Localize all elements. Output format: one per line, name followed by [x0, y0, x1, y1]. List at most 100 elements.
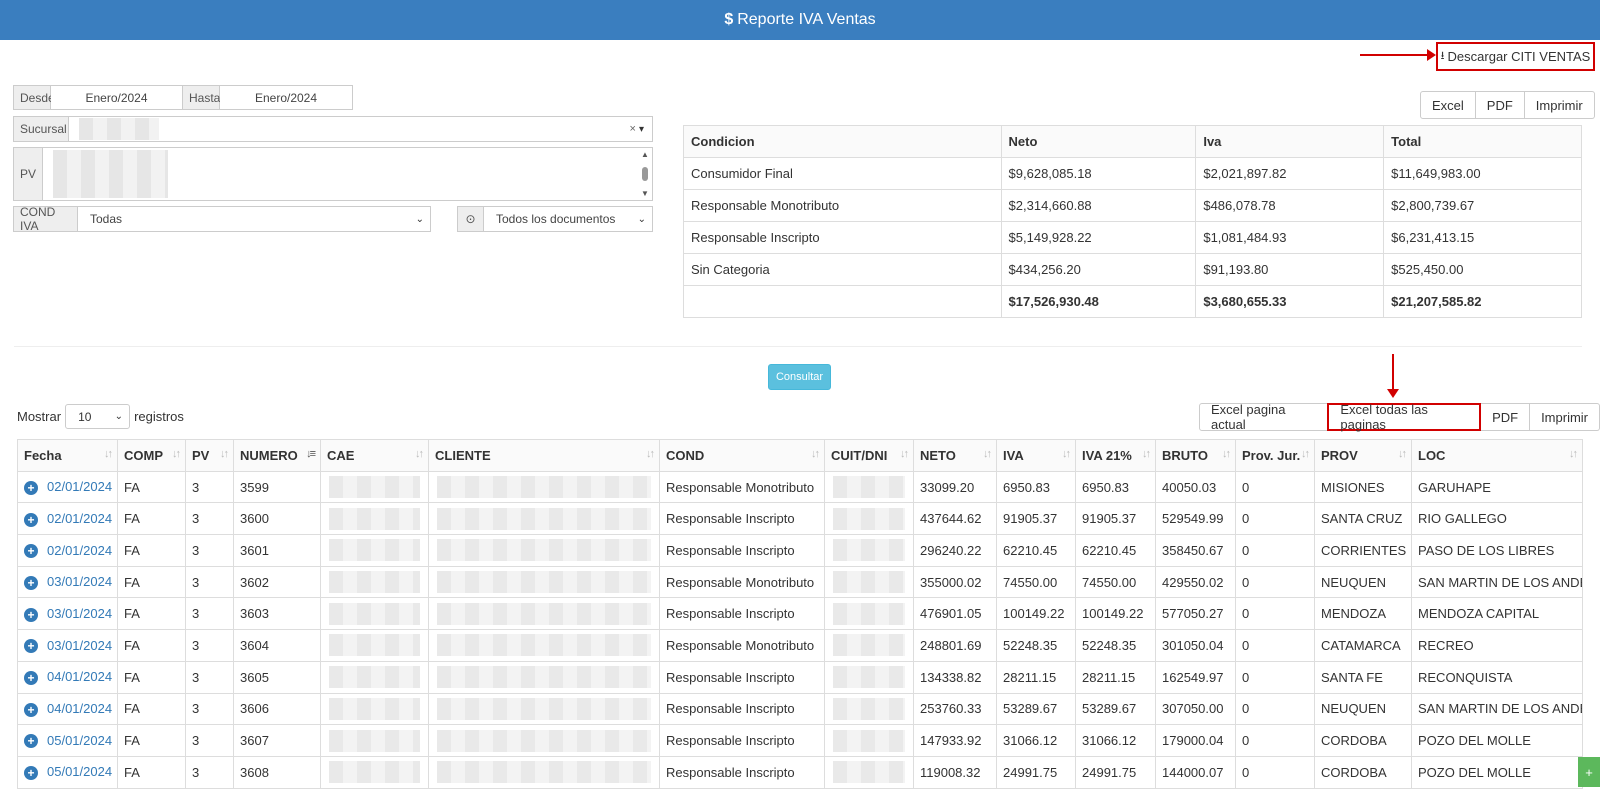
- fecha-cell[interactable]: +02/01/2024: [17, 534, 118, 567]
- cond-iva-select[interactable]: Todas ⌄: [78, 206, 431, 232]
- column-header-prov[interactable]: PROV ↓↑: [1314, 439, 1412, 472]
- desde-field[interactable]: Enero/2024: [51, 85, 183, 110]
- fecha-cell[interactable]: +05/01/2024: [17, 724, 118, 757]
- table-print-button[interactable]: Imprimir: [1530, 403, 1600, 431]
- iva21-cell: 91905.37: [1075, 502, 1156, 536]
- expand-row-icon[interactable]: +: [24, 670, 38, 685]
- sucursal-label: Sucursal: [13, 116, 69, 142]
- fecha-link[interactable]: 02/01/2024: [47, 511, 112, 526]
- summary-excel-button[interactable]: Excel: [1420, 91, 1476, 119]
- expand-row-icon[interactable]: +: [24, 702, 38, 717]
- column-header-label: PROV: [1321, 447, 1358, 463]
- table-row[interactable]: +03/01/2024 FA 3 3604 Responsable Monotribut…: [17, 629, 1583, 662]
- column-header-cliente[interactable]: CLIENTE ↓↑: [428, 439, 660, 472]
- target-icon: ⊙: [457, 206, 484, 232]
- pv-cell: 3: [185, 565, 234, 599]
- bruto-cell: 358450.67: [1155, 534, 1236, 567]
- consultar-button[interactable]: Consultar: [768, 364, 831, 390]
- column-header-neto[interactable]: NETO ↓↑: [913, 439, 997, 472]
- cae-cell-redacted: [320, 597, 429, 631]
- fecha-cell[interactable]: +03/01/2024: [17, 597, 118, 631]
- sort-icon: ↓↑: [1142, 448, 1151, 460]
- summary-pdf-button[interactable]: PDF: [1475, 91, 1525, 119]
- column-header-cae[interactable]: CAE ↓↑: [320, 439, 429, 472]
- cae-cell-redacted: [320, 660, 429, 694]
- column-header-pv[interactable]: PV ↓↑: [185, 439, 234, 472]
- column-header-iva-21[interactable]: IVA 21% ↓↑: [1075, 439, 1156, 472]
- fecha-cell[interactable]: +03/01/2024: [17, 629, 118, 662]
- expand-row-icon[interactable]: +: [24, 544, 38, 559]
- table-row[interactable]: +05/01/2024 FA 3 3607 Responsable Inscripto 1…: [17, 724, 1583, 757]
- numero-cell: 3599: [233, 470, 321, 504]
- fecha-cell[interactable]: +02/01/2024: [17, 470, 118, 504]
- column-header-fecha[interactable]: Fecha ↓↑: [17, 439, 118, 472]
- scrollbar[interactable]: ▲ ▼: [640, 150, 650, 198]
- expand-row-icon[interactable]: +: [24, 480, 38, 495]
- fecha-cell[interactable]: +04/01/2024: [17, 692, 118, 726]
- fecha-link[interactable]: 03/01/2024: [47, 606, 112, 621]
- pv-multiselect[interactable]: ▲ ▼: [43, 147, 653, 201]
- fecha-link[interactable]: 02/01/2024: [47, 543, 112, 558]
- documents-select[interactable]: Todos los documentos ⌄: [484, 206, 653, 232]
- table-row[interactable]: +02/01/2024 FA 3 3599 Responsable Monotribut…: [17, 470, 1583, 504]
- sucursal-select[interactable]: × ▾: [69, 116, 653, 142]
- page-length-select[interactable]: 10 ⌄: [65, 404, 131, 429]
- fecha-cell[interactable]: +03/01/2024: [17, 565, 118, 599]
- column-header-numero[interactable]: NUMERO ↓≡: [233, 439, 321, 472]
- summary-print-button[interactable]: Imprimir: [1524, 91, 1595, 119]
- column-header-bruto[interactable]: BRUTO ↓↑: [1155, 439, 1236, 472]
- table-row[interactable]: +03/01/2024 FA 3 3603 Responsable Inscripto 4…: [17, 597, 1583, 631]
- pv-cell: 3: [185, 597, 234, 631]
- fecha-link[interactable]: 03/01/2024: [47, 638, 112, 653]
- column-header-loc[interactable]: LOC ↓↑: [1411, 439, 1583, 472]
- expand-row-icon[interactable]: +: [24, 734, 38, 749]
- fecha-cell[interactable]: +05/01/2024: [17, 755, 118, 789]
- excel-current-page-button[interactable]: Excel pagina actual: [1199, 402, 1329, 432]
- table-row[interactable]: +03/01/2024 FA 3 3602 Responsable Monotribut…: [17, 565, 1583, 599]
- clear-icon[interactable]: ×: [629, 123, 635, 135]
- table-pdf-button[interactable]: PDF: [1481, 403, 1531, 431]
- table-row[interactable]: +04/01/2024 FA 3 3606 Responsable Inscripto 2…: [17, 692, 1583, 726]
- cae-cell-redacted: [320, 502, 429, 536]
- expand-row-icon[interactable]: +: [24, 607, 38, 622]
- prov-cell: NEUQUEN: [1314, 692, 1412, 726]
- floating-add-button[interactable]: +: [1578, 757, 1600, 787]
- neto-cell: 476901.05: [913, 597, 997, 631]
- fecha-link[interactable]: 03/01/2024: [47, 574, 112, 589]
- column-header-cuit-dni[interactable]: CUIT/DNI ↓↑: [824, 439, 914, 472]
- cliente-cell-redacted: [428, 565, 660, 599]
- expand-row-icon[interactable]: +: [24, 575, 38, 590]
- fecha-link[interactable]: 04/01/2024: [47, 669, 112, 684]
- summary-cell: $5,149,928.22: [1000, 221, 1197, 254]
- cond-cell: Responsable Inscripto: [659, 597, 825, 631]
- column-header-prov-jur[interactable]: Prov. Jur. ↓↑: [1235, 439, 1315, 472]
- hasta-field[interactable]: Enero/2024: [220, 85, 353, 110]
- column-header-comp[interactable]: COMP ↓↑: [117, 439, 186, 472]
- summary-export-buttons: Excel PDF Imprimir: [1420, 91, 1595, 119]
- column-header-cond[interactable]: COND ↓↑: [659, 439, 825, 472]
- expand-row-icon[interactable]: +: [24, 766, 38, 780]
- cliente-cell-redacted: [428, 597, 660, 631]
- table-row[interactable]: +04/01/2024 FA 3 3605 Responsable Inscripto 1…: [17, 660, 1583, 694]
- column-header-iva[interactable]: IVA ↓↑: [996, 439, 1076, 472]
- fecha-link[interactable]: 05/01/2024: [47, 733, 112, 748]
- excel-all-pages-button[interactable]: Excel todas las paginas: [1327, 402, 1482, 432]
- expand-row-icon[interactable]: +: [24, 512, 38, 527]
- table-row[interactable]: +05/01/2024 FA 3 3608 Responsable Inscripto 1…: [17, 755, 1583, 789]
- table-row[interactable]: +02/01/2024 FA 3 3601 Responsable Inscripto 2…: [17, 534, 1583, 567]
- fecha-cell[interactable]: +02/01/2024: [17, 502, 118, 536]
- cae-cell-redacted: [320, 565, 429, 599]
- fecha-cell[interactable]: +04/01/2024: [17, 660, 118, 694]
- table-row[interactable]: +02/01/2024 FA 3 3600 Responsable Inscripto 4…: [17, 502, 1583, 536]
- numero-cell: 3607: [233, 724, 321, 757]
- registros-label: registros: [134, 409, 184, 424]
- summary-cell: $2,021,897.82: [1195, 157, 1385, 190]
- fecha-link[interactable]: 02/01/2024: [47, 479, 112, 494]
- comp-cell: FA: [117, 692, 186, 726]
- fecha-link[interactable]: 04/01/2024: [47, 701, 112, 716]
- expand-row-icon[interactable]: +: [24, 639, 38, 654]
- cliente-cell-redacted: [428, 660, 660, 694]
- summary-cell: $434,256.20: [1000, 253, 1197, 286]
- fecha-link[interactable]: 05/01/2024: [47, 764, 112, 779]
- download-citi-ventas-button[interactable]: ⭳ Descargar CITI VENTAS: [1436, 42, 1595, 71]
